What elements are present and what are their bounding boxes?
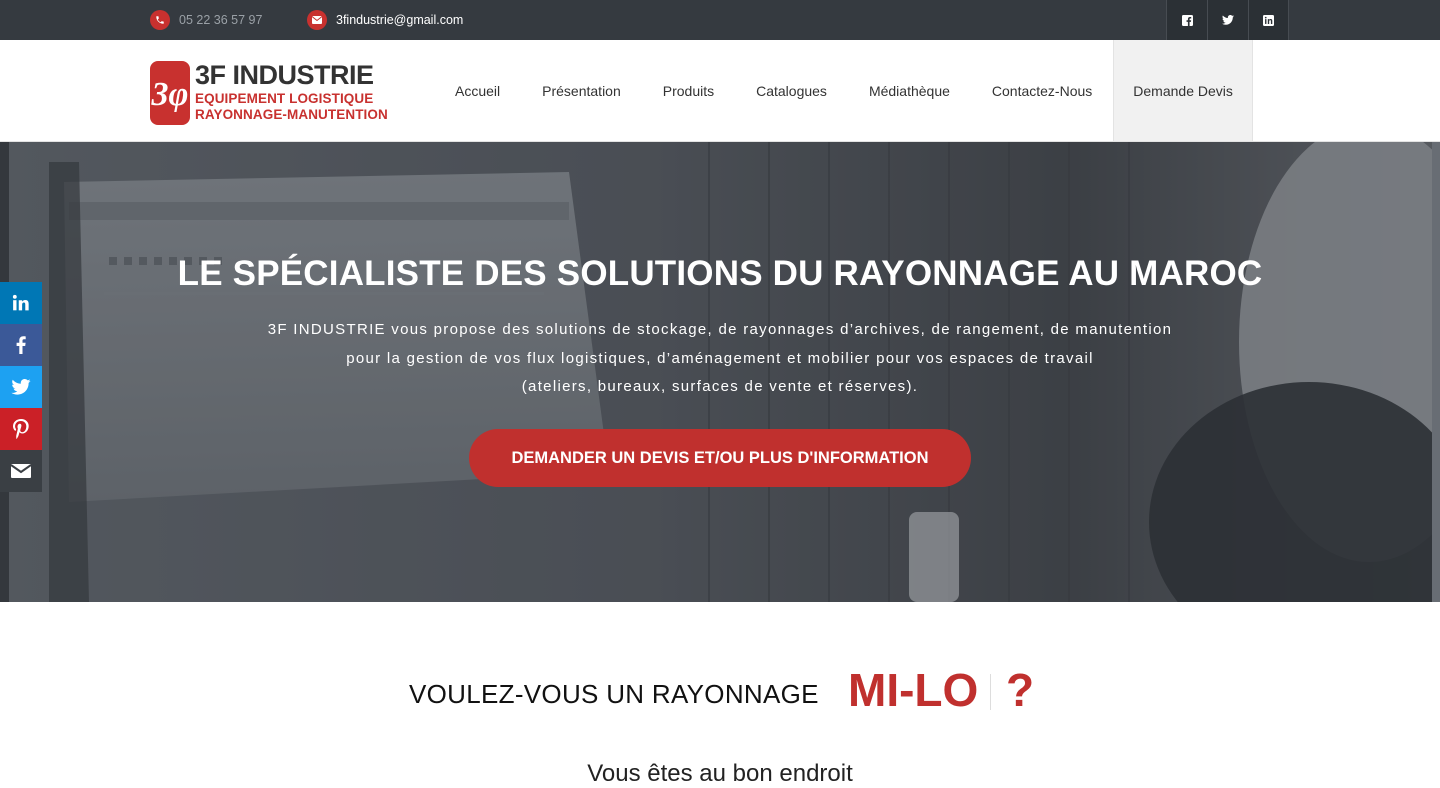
site-header: 3φ 3F INDUSTRIE EQUIPEMENT LOGISTIQUE RA… <box>0 40 1440 142</box>
question-text: VOULEZ-VOUS UN RAYONNAGE <box>409 679 819 709</box>
phone-contact[interactable]: 05 22 36 57 97 <box>150 0 262 40</box>
nav-item-catalogues[interactable]: Catalogues <box>735 40 848 141</box>
nav-item-demande-devis[interactable]: Demande Devis <box>1113 40 1253 141</box>
hero-description-line-2: pour la gestion de vos flux logistiques,… <box>346 349 1094 367</box>
logo-line-2: EQUIPEMENT LOGISTIQUE <box>195 91 374 106</box>
email-share-icon[interactable] <box>0 450 42 492</box>
share-sidebar <box>0 282 42 492</box>
nav-item-contactez-nous[interactable]: Contactez-Nous <box>971 40 1113 141</box>
pinterest-share-icon[interactable] <box>0 408 42 450</box>
phone-number: 05 22 36 57 97 <box>179 13 263 27</box>
main-nav: Accueil Présentation Produits Catalogues… <box>434 40 1253 141</box>
svg-text:3φ: 3φ <box>151 76 189 113</box>
request-quote-button[interactable]: DEMANDER UN DEVIS ET/OU PLUS D'INFORMATI… <box>469 429 971 487</box>
top-bar: 05 22 36 57 97 3findustrie@gmail.com <box>0 0 1440 40</box>
hero-title: LE SPÉCIALISTE DES SOLUTIONS DU RAYONNAG… <box>177 254 1263 293</box>
linkedin-share-icon[interactable] <box>0 282 42 324</box>
facebook-share-icon[interactable] <box>0 324 42 366</box>
twitter-icon[interactable] <box>1207 0 1248 40</box>
logo-line-1: 3F INDUSTRIE <box>195 60 374 90</box>
nav-item-produits[interactable]: Produits <box>642 40 735 141</box>
question-mark: ? <box>1006 664 1035 716</box>
nav-item-accueil[interactable]: Accueil <box>434 40 521 141</box>
logo-line-3: RAYONNAGE-MANUTENTION <box>195 107 388 122</box>
envelope-icon <box>307 10 327 30</box>
typing-cursor <box>990 674 991 710</box>
email-address: 3findustrie@gmail.com <box>336 13 464 27</box>
email-contact[interactable]: 3findustrie@gmail.com <box>307 0 463 40</box>
phone-icon <box>150 10 170 30</box>
hero-description-line-1: 3F INDUSTRIE vous propose des solutions … <box>267 321 1173 338</box>
logo-mark-icon: 3φ <box>150 61 190 125</box>
social-links <box>1166 0 1289 40</box>
site-logo[interactable]: 3φ 3F INDUSTRIE EQUIPEMENT LOGISTIQUE RA… <box>148 59 392 127</box>
nav-item-mediatheque[interactable]: Médiathèque <box>848 40 971 141</box>
facebook-icon[interactable] <box>1166 0 1207 40</box>
question-highlight: MI-LO <box>848 664 979 716</box>
hero-banner: LE SPÉCIALISTE DES SOLUTIONS DU RAYONNAG… <box>0 142 1440 602</box>
nav-item-presentation[interactable]: Présentation <box>521 40 642 141</box>
section-subtitle: Vous êtes au bon endroit <box>587 760 853 787</box>
hero-description-line-3: (ateliers, bureaux, surfaces de vente et… <box>521 378 919 395</box>
linkedin-icon[interactable] <box>1248 0 1289 40</box>
rayonnage-question: VOULEZ-VOUS UN RAYONNAGE MI-LO ? <box>0 662 1440 722</box>
hero-description: 3F INDUSTRIE vous propose des solutions … <box>220 316 1220 402</box>
twitter-share-icon[interactable] <box>0 366 42 408</box>
